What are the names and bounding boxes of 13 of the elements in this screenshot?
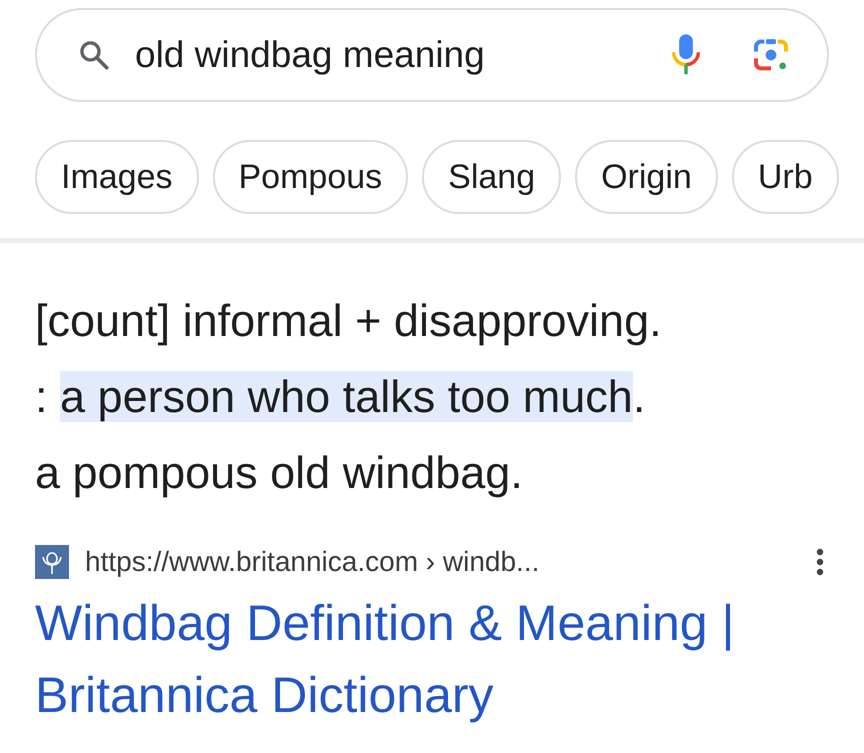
more-options-icon[interactable] xyxy=(816,548,824,576)
filter-chip[interactable]: Origin xyxy=(575,140,718,214)
definition-text: a pompous old windbag. xyxy=(35,446,524,500)
filter-chip[interactable]: Urb xyxy=(732,140,839,214)
microphone-icon[interactable] xyxy=(669,33,703,77)
result-title-link[interactable]: Windbag Definition & Meaning | Britannica Dictionary xyxy=(0,587,864,731)
filter-chip[interactable]: Images xyxy=(35,140,198,214)
result-url[interactable]: https://www.britannica.com › windb... xyxy=(85,541,816,583)
filter-chip[interactable]: Slang xyxy=(422,140,562,214)
search-field[interactable]: old windbag meaning xyxy=(35,8,829,102)
definition-text: [count] informal + disapproving. xyxy=(35,294,663,348)
site-icon xyxy=(35,545,69,579)
filter-chip[interactable]: Pompous xyxy=(212,140,408,214)
